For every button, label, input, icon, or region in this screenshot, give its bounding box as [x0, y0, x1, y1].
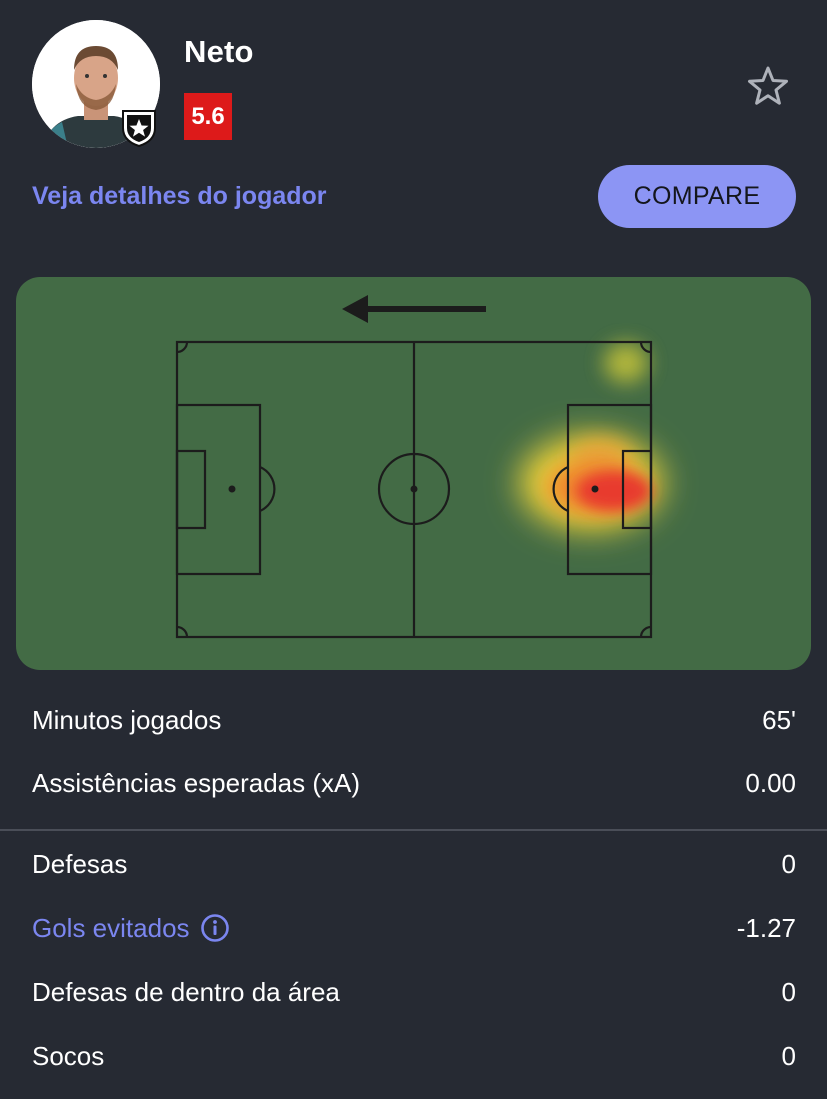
stat-value: 65' [762, 704, 796, 735]
star-outline-icon[interactable] [746, 64, 790, 108]
stat-row-goals-prevented: Gols evitados -1.27 [32, 908, 796, 948]
heatmap-card [16, 277, 811, 670]
stat-label: Socos [32, 1040, 105, 1071]
stat-label: Minutos jogados [32, 704, 222, 735]
stat-value: 0 [781, 848, 796, 879]
section-divider [0, 829, 827, 831]
player-details-link[interactable]: Veja detalhes do jogador [32, 182, 327, 211]
stat-label: Assistências esperadas (xA) [32, 767, 361, 798]
stat-row-saves-inside-box: Defesas de dentro da área 0 [32, 972, 796, 1012]
stat-value: -1.27 [736, 912, 796, 943]
heatmap-blobs [519, 343, 663, 531]
stat-row-punches: Socos 0 [32, 1036, 796, 1076]
stat-row-saves: Defesas 0 [32, 844, 796, 884]
stat-value: 0.00 [745, 767, 796, 798]
stat-value: 0 [781, 976, 796, 1007]
compare-button[interactable]: COMPARE [598, 165, 796, 228]
goals-prevented-link[interactable]: Gols evitados [32, 913, 230, 944]
stat-label[interactable]: Gols evitados [32, 913, 190, 944]
player-rating-badge: 5.6 [184, 93, 232, 140]
stat-row-minutes: Minutos jogados 65' [32, 700, 796, 740]
player-name: Neto [184, 34, 254, 69]
club-badge-icon [120, 108, 158, 148]
stat-value: 0 [781, 1040, 796, 1071]
stat-row-xa: Assistências esperadas (xA) 0.00 [32, 763, 796, 803]
stat-label: Defesas [32, 848, 128, 879]
heatmap-pitch [175, 295, 663, 639]
info-circle-icon[interactable] [200, 913, 230, 943]
arrow-left-icon [342, 295, 486, 323]
stat-label: Defesas de dentro da área [32, 976, 340, 1007]
